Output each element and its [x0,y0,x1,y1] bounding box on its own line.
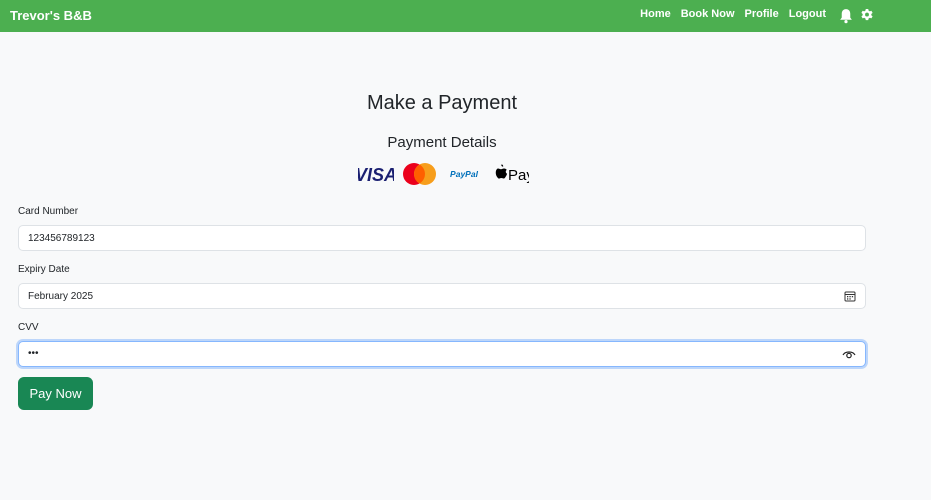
brand-name[interactable]: Trevor's B&B [10,8,92,23]
expiry-date-input[interactable]: February 2025 [18,283,866,309]
mastercard-logo [403,163,436,185]
payment-details-heading: Payment Details [387,134,497,151]
pay-now-button[interactable]: Pay Now [18,377,93,410]
svg-text:Pay: Pay [508,167,529,184]
nav-link-logout[interactable]: Logout [789,8,826,20]
expiry-date-label: Expiry Date [18,264,70,275]
cvv-input[interactable]: ••• [18,341,866,367]
cvv-value: ••• [28,348,39,359]
paypal-logo: PayPal [450,169,479,179]
calendar-icon[interactable] [844,290,856,302]
svg-text:PayPal: PayPal [450,169,479,179]
card-number-input[interactable]: 123456789123 [18,225,866,251]
card-number-label: Card Number [18,206,79,217]
page-title: Make a Payment [366,92,518,114]
cvv-label: CVV [18,322,39,333]
gear-icon[interactable] [860,7,874,23]
svg-text:VISA: VISA [358,165,394,185]
nav-link-home[interactable]: Home [640,8,671,20]
nav-link-book-now[interactable]: Book Now [681,8,735,20]
apple-pay-logo: Pay [495,164,529,184]
eye-icon[interactable] [842,348,856,360]
bell-icon[interactable] [839,8,853,24]
expiry-date-value: February 2025 [28,291,94,302]
top-navbar: Trevor's B&B Home Book Now Profile Logou… [0,0,931,32]
nav-link-profile[interactable]: Profile [745,8,779,20]
nav-links: Home Book Now Profile Logout [630,8,826,20]
card-number-value: 123456789123 [28,233,95,244]
visa-logo: VISA [358,162,394,186]
